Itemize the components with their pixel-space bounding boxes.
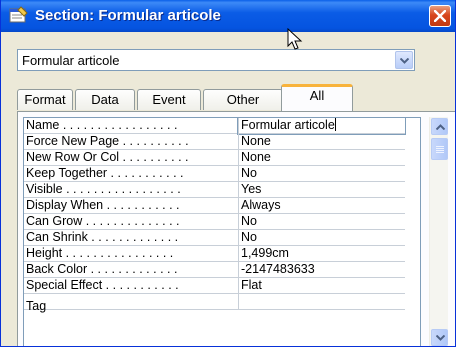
property-row-keep-together[interactable]: Keep Together . . . . . . . . . . . No	[24, 166, 405, 182]
property-label: Can Shrink . . . . . . . . . . . . .	[26, 230, 179, 244]
chevron-down-icon	[400, 58, 409, 64]
property-value[interactable]: -2147483633	[238, 262, 405, 278]
chevron-down-icon	[436, 335, 445, 341]
property-label: Height . . . . . . . . . . . . . . . .	[26, 246, 174, 260]
property-value[interactable]: No	[238, 214, 405, 230]
property-label: New Row Or Col . . . . . . . . . .	[26, 150, 189, 164]
property-value[interactable]: No	[238, 230, 405, 246]
property-value[interactable]: 1,499cm	[238, 246, 405, 262]
window-title: Section: Formular articole	[35, 7, 221, 24]
properties-sheet-icon	[9, 6, 29, 24]
property-value[interactable]: No	[238, 166, 405, 182]
object-selector-dropdown[interactable]: Formular articole	[17, 49, 415, 71]
tab-format[interactable]: Format	[17, 89, 73, 110]
vertical-scrollbar[interactable]	[429, 117, 448, 346]
property-value[interactable]: Flat	[238, 278, 405, 294]
property-value[interactable]	[238, 294, 405, 310]
property-row-visible[interactable]: Visible . . . . . . . . . . . . . . . . …	[24, 182, 405, 198]
property-row-force-new-page[interactable]: Force New Page . . . . . . . . . . None	[24, 134, 405, 150]
scroll-thumb[interactable]	[431, 138, 448, 160]
close-button[interactable]	[429, 5, 451, 27]
property-label: Keep Together . . . . . . . . . . .	[26, 166, 184, 180]
property-value[interactable]: None	[238, 150, 405, 166]
property-row-back-color[interactable]: Back Color . . . . . . . . . . . . . -21…	[24, 262, 405, 278]
mouse-pointer-icon	[287, 27, 307, 52]
property-label: Name . . . . . . . . . . . . . . . . .	[26, 118, 178, 132]
property-row-height[interactable]: Height . . . . . . . . . . . . . . . . 1…	[24, 246, 405, 262]
property-label: Can Grow . . . . . . . . . . . . . .	[26, 214, 180, 228]
property-value-text: Formular articole	[241, 118, 335, 132]
property-row-can-grow[interactable]: Can Grow . . . . . . . . . . . . . . No	[24, 214, 405, 230]
scroll-down-button[interactable]	[431, 329, 448, 346]
tab-other[interactable]: Other	[203, 89, 283, 110]
property-row-display-when[interactable]: Display When . . . . . . . . . . . Alway…	[24, 198, 405, 214]
property-value-input[interactable]: Formular articole	[237, 118, 406, 135]
property-value[interactable]: Yes	[238, 182, 405, 198]
property-row-can-shrink[interactable]: Can Shrink . . . . . . . . . . . . . No	[24, 230, 405, 246]
grip-line	[436, 152, 444, 153]
grip-line	[436, 148, 444, 149]
property-row-name[interactable]: Name . . . . . . . . . . . . . . . . . F…	[24, 118, 406, 135]
chevron-up-icon	[436, 124, 445, 130]
property-value[interactable]: Always	[238, 198, 405, 214]
tab-event[interactable]: Event	[137, 89, 201, 110]
grip-line	[436, 146, 444, 147]
property-value[interactable]: None	[238, 134, 405, 150]
property-label: Visible . . . . . . . . . . . . . . . . …	[26, 182, 181, 196]
title-bar[interactable]: Section: Formular articole	[1, 0, 455, 32]
property-label: Display When . . . . . . . . . . .	[26, 198, 180, 212]
property-label: Back Color . . . . . . . . . . . . .	[26, 262, 178, 276]
property-label: Special Effect . . . . . . . . . . .	[26, 278, 179, 292]
object-selector-value: Formular articole	[22, 53, 120, 68]
property-row-new-row-or-col[interactable]: New Row Or Col . . . . . . . . . . None	[24, 150, 405, 166]
grip-line	[436, 150, 444, 151]
tab-strip: Format Data Event Other All	[17, 83, 437, 111]
property-label: Tag	[26, 299, 47, 313]
property-grid: Name . . . . . . . . . . . . . . . . . F…	[23, 117, 421, 346]
tab-data[interactable]: Data	[75, 89, 135, 110]
properties-window: Section: Formular articole Formular arti…	[0, 0, 456, 347]
dropdown-button[interactable]	[395, 51, 413, 69]
tab-all[interactable]: All	[281, 84, 353, 111]
property-row-tag[interactable]: Tag	[24, 294, 405, 313]
scroll-up-button[interactable]	[431, 118, 448, 135]
close-icon	[434, 10, 446, 22]
text-cursor	[334, 118, 336, 131]
property-label: Force New Page . . . . . . . . . .	[26, 134, 189, 148]
property-row-special-effect[interactable]: Special Effect . . . . . . . . . . . Fla…	[24, 278, 405, 294]
